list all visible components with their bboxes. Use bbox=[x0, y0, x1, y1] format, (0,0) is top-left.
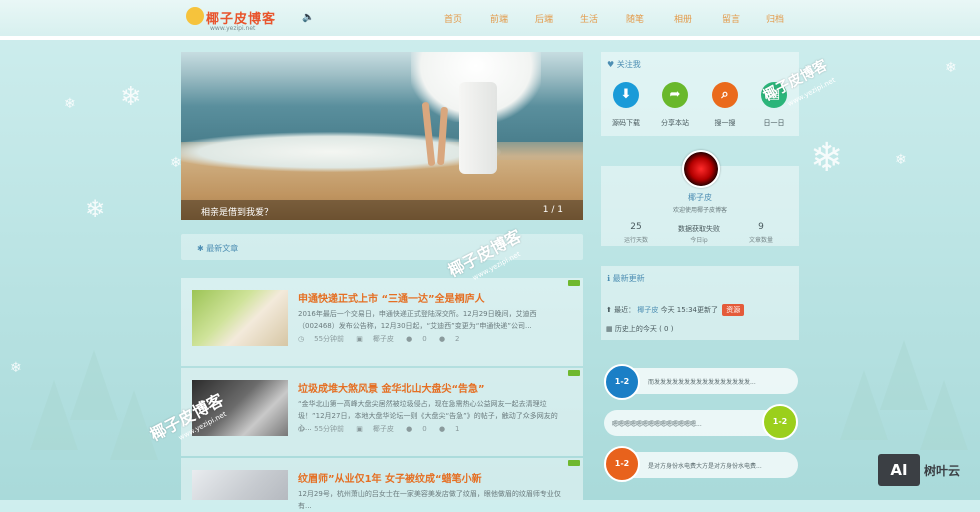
nav-item-life[interactable]: 生活 bbox=[580, 12, 598, 25]
comment-text: 嗯嗯嗯嗯嗯嗯嗯嗯嗯嗯嗯嗯嗯嗯... bbox=[612, 421, 702, 428]
user-icon: ▣ bbox=[356, 335, 363, 343]
follow-label-share[interactable]: 分享本站 bbox=[655, 118, 695, 128]
comment-avatar[interactable]: 1-2 bbox=[762, 404, 798, 440]
article-card[interactable]: 申通快递正式上市 “三通一达”全是桐庐人 2016年最后一个交易日，申通快递正式… bbox=[181, 278, 583, 366]
latest-section-title: ✱ 最新文章 bbox=[197, 244, 239, 253]
updates-title-text: 最新更新 bbox=[612, 274, 645, 283]
snowflake-icon: ❄ bbox=[120, 82, 142, 112]
slider-caption[interactable]: 相亲是借到我爱？ bbox=[201, 205, 273, 218]
latest-section-header: ✱ 最新文章 bbox=[181, 234, 583, 260]
calendar-icon: ▦ bbox=[606, 325, 613, 333]
article-time: 55分钟前 bbox=[314, 335, 345, 343]
follow-label-calendar[interactable]: 日一日 bbox=[754, 118, 794, 128]
profile-desc: 欢迎使用椰子皮博客 bbox=[672, 207, 727, 214]
article-likes: 1 bbox=[455, 425, 460, 433]
stat-run-days-label: 运行天数 bbox=[623, 237, 648, 244]
background-tree bbox=[920, 380, 968, 450]
logo-url: www.yezipi.net bbox=[210, 25, 256, 32]
article-author[interactable]: 椰子皮 bbox=[373, 425, 394, 433]
nav-item-home[interactable]: 首页 bbox=[444, 12, 462, 25]
article-time: 55分钟前 bbox=[314, 425, 345, 433]
brand-name: 树叶云 bbox=[924, 464, 961, 478]
nav-item-message[interactable]: 留言 bbox=[722, 12, 740, 25]
nav-item-notes[interactable]: 随笔 bbox=[626, 12, 644, 25]
article-meta: ◷ 55分钟前 ▣ 椰子皮 ● 0 ● 2 bbox=[298, 334, 470, 344]
new-badge bbox=[568, 280, 580, 286]
speaker-icon[interactable]: 🔈 bbox=[302, 12, 314, 23]
article-author[interactable]: 椰子皮 bbox=[373, 335, 394, 343]
brand-badge: AI 树叶云 bbox=[878, 454, 974, 488]
comment-text: 是对方身份水电费大方是对方身份水电费... bbox=[648, 463, 762, 470]
profile-avatar[interactable] bbox=[682, 150, 720, 188]
pin-icon: ⬆ bbox=[606, 306, 612, 314]
like-icon: ● bbox=[438, 335, 446, 343]
stat-article-count: 9 bbox=[758, 222, 764, 232]
update-recent-time: 今天 15:34更新了 bbox=[660, 306, 718, 314]
search-icon[interactable]: ⌕ bbox=[712, 82, 738, 108]
article-comments: 0 bbox=[422, 335, 427, 343]
follow-title-text: 关注我 bbox=[616, 60, 641, 69]
article-thumbnail[interactable] bbox=[192, 470, 288, 500]
comment-avatar[interactable]: 1-2 bbox=[604, 364, 640, 400]
comment-avatar[interactable]: 1-2 bbox=[604, 446, 640, 482]
site-logo[interactable]: 椰子皮博客 www.yezipi.net bbox=[186, 5, 276, 33]
article-card[interactable]: 纹眉师”从业仅1年 女子被纹成“蜡笔小新 12月29号，杭州萧山的吕女士在一家美… bbox=[181, 458, 583, 510]
featured-slider[interactable]: 相亲是借到我爱？ 1 / 1 bbox=[181, 52, 583, 220]
snowflake-icon: ❄ bbox=[10, 360, 22, 376]
comment-text: 而发发发发发发发发发发发发发发发发... bbox=[648, 379, 756, 386]
stat-today-ip: 数据获取失败 bbox=[678, 225, 720, 233]
site-header: 椰子皮博客 www.yezipi.net 🔈 首页 前端 后端 生活 随笔 相册… bbox=[0, 0, 980, 40]
latest-title-text: 最新文章 bbox=[206, 244, 239, 253]
nav-item-archive[interactable]: 归档 bbox=[766, 12, 784, 25]
article-card[interactable]: 垃圾成堆大煞风景 金华北山大盘尖“告急” “金华北山第一高峰大盘尖居然被垃圾侵占… bbox=[181, 368, 583, 456]
comment-icon: ● bbox=[406, 425, 413, 433]
update-recent-user[interactable]: 椰子皮 bbox=[637, 306, 658, 314]
snowflake-icon: ❄ bbox=[64, 96, 76, 112]
article-title[interactable]: 纹眉师”从业仅1年 女子被纹成“蜡笔小新 bbox=[298, 470, 482, 485]
update-recent-label: 最近： bbox=[614, 306, 636, 314]
new-badge bbox=[568, 370, 580, 376]
article-title[interactable]: 申通快递正式上市 “三通一达”全是桐庐人 bbox=[298, 290, 485, 305]
update-recent-tag[interactable]: 资源 bbox=[722, 304, 745, 316]
stat-article-count-label: 文章数量 bbox=[748, 237, 773, 244]
snowflake-icon: ❄ bbox=[170, 155, 182, 171]
follow-label-search[interactable]: 搜一搜 bbox=[705, 118, 745, 128]
snowflake-icon: ❄ bbox=[945, 60, 957, 76]
article-likes: 2 bbox=[455, 335, 460, 343]
follow-label-download[interactable]: 源码下载 bbox=[606, 118, 646, 128]
brand-logo: AI bbox=[878, 454, 920, 486]
nav-item-album[interactable]: 相册 bbox=[674, 12, 692, 25]
clock-icon: ◷ bbox=[298, 425, 305, 433]
article-thumbnail[interactable] bbox=[192, 290, 288, 346]
stat-run-days: 25 bbox=[630, 222, 642, 232]
nav-item-frontend[interactable]: 前端 bbox=[490, 12, 508, 25]
download-icon[interactable]: ⬇ bbox=[613, 82, 639, 108]
slider-pants bbox=[459, 82, 497, 174]
share-icon[interactable]: ➦ bbox=[662, 82, 688, 108]
user-icon: ▣ bbox=[356, 425, 363, 433]
nav-item-backend[interactable]: 后端 bbox=[535, 12, 553, 25]
slider-page-indicator: 1 / 1 bbox=[542, 205, 563, 215]
logo-sun-icon bbox=[186, 7, 204, 25]
article-excerpt: 2016年最后一个交易日，申通快递正式登陆深交所。12月29日晚间，艾迪西（00… bbox=[298, 310, 537, 330]
clock-icon: ◷ bbox=[298, 335, 305, 343]
snowflake-icon: ❄ bbox=[895, 152, 907, 168]
like-icon: ● bbox=[438, 425, 446, 433]
slider-caption-bar: 相亲是借到我爱？ 1 / 1 bbox=[181, 200, 583, 220]
article-title[interactable]: 垃圾成堆大煞风景 金华北山大盘尖“告急” bbox=[298, 380, 485, 395]
profile-name[interactable]: 椰子皮 bbox=[680, 192, 720, 203]
comment-icon: ● bbox=[406, 335, 413, 343]
updates-box-title: ℹ 最新更新 bbox=[607, 274, 645, 283]
article-excerpt: 12月29号，杭州萧山的吕女士在一家美容美发店做了纹眉，眼他做眉的纹眉师专业仅有… bbox=[298, 490, 561, 510]
article-comments: 0 bbox=[422, 425, 427, 433]
stat-today-ip-label: 今日ip bbox=[690, 237, 708, 244]
update-history-row: ▦ 历史上的今天 ( 0 ) bbox=[606, 324, 673, 334]
update-recent-row: ⬆ 最近： 椰子皮 今天 15:34更新了 资源 bbox=[606, 304, 745, 316]
snowflake-icon: ❄ bbox=[85, 195, 106, 223]
snowflake-icon: ❄ bbox=[810, 135, 844, 181]
new-badge bbox=[568, 460, 580, 466]
follow-box-title: ♥ 关注我 bbox=[607, 60, 641, 69]
article-meta: ◷ 55分钟前 ▣ 椰子皮 ● 0 ● 1 bbox=[298, 424, 470, 434]
update-history-text[interactable]: 历史上的今天 ( 0 ) bbox=[615, 325, 674, 333]
